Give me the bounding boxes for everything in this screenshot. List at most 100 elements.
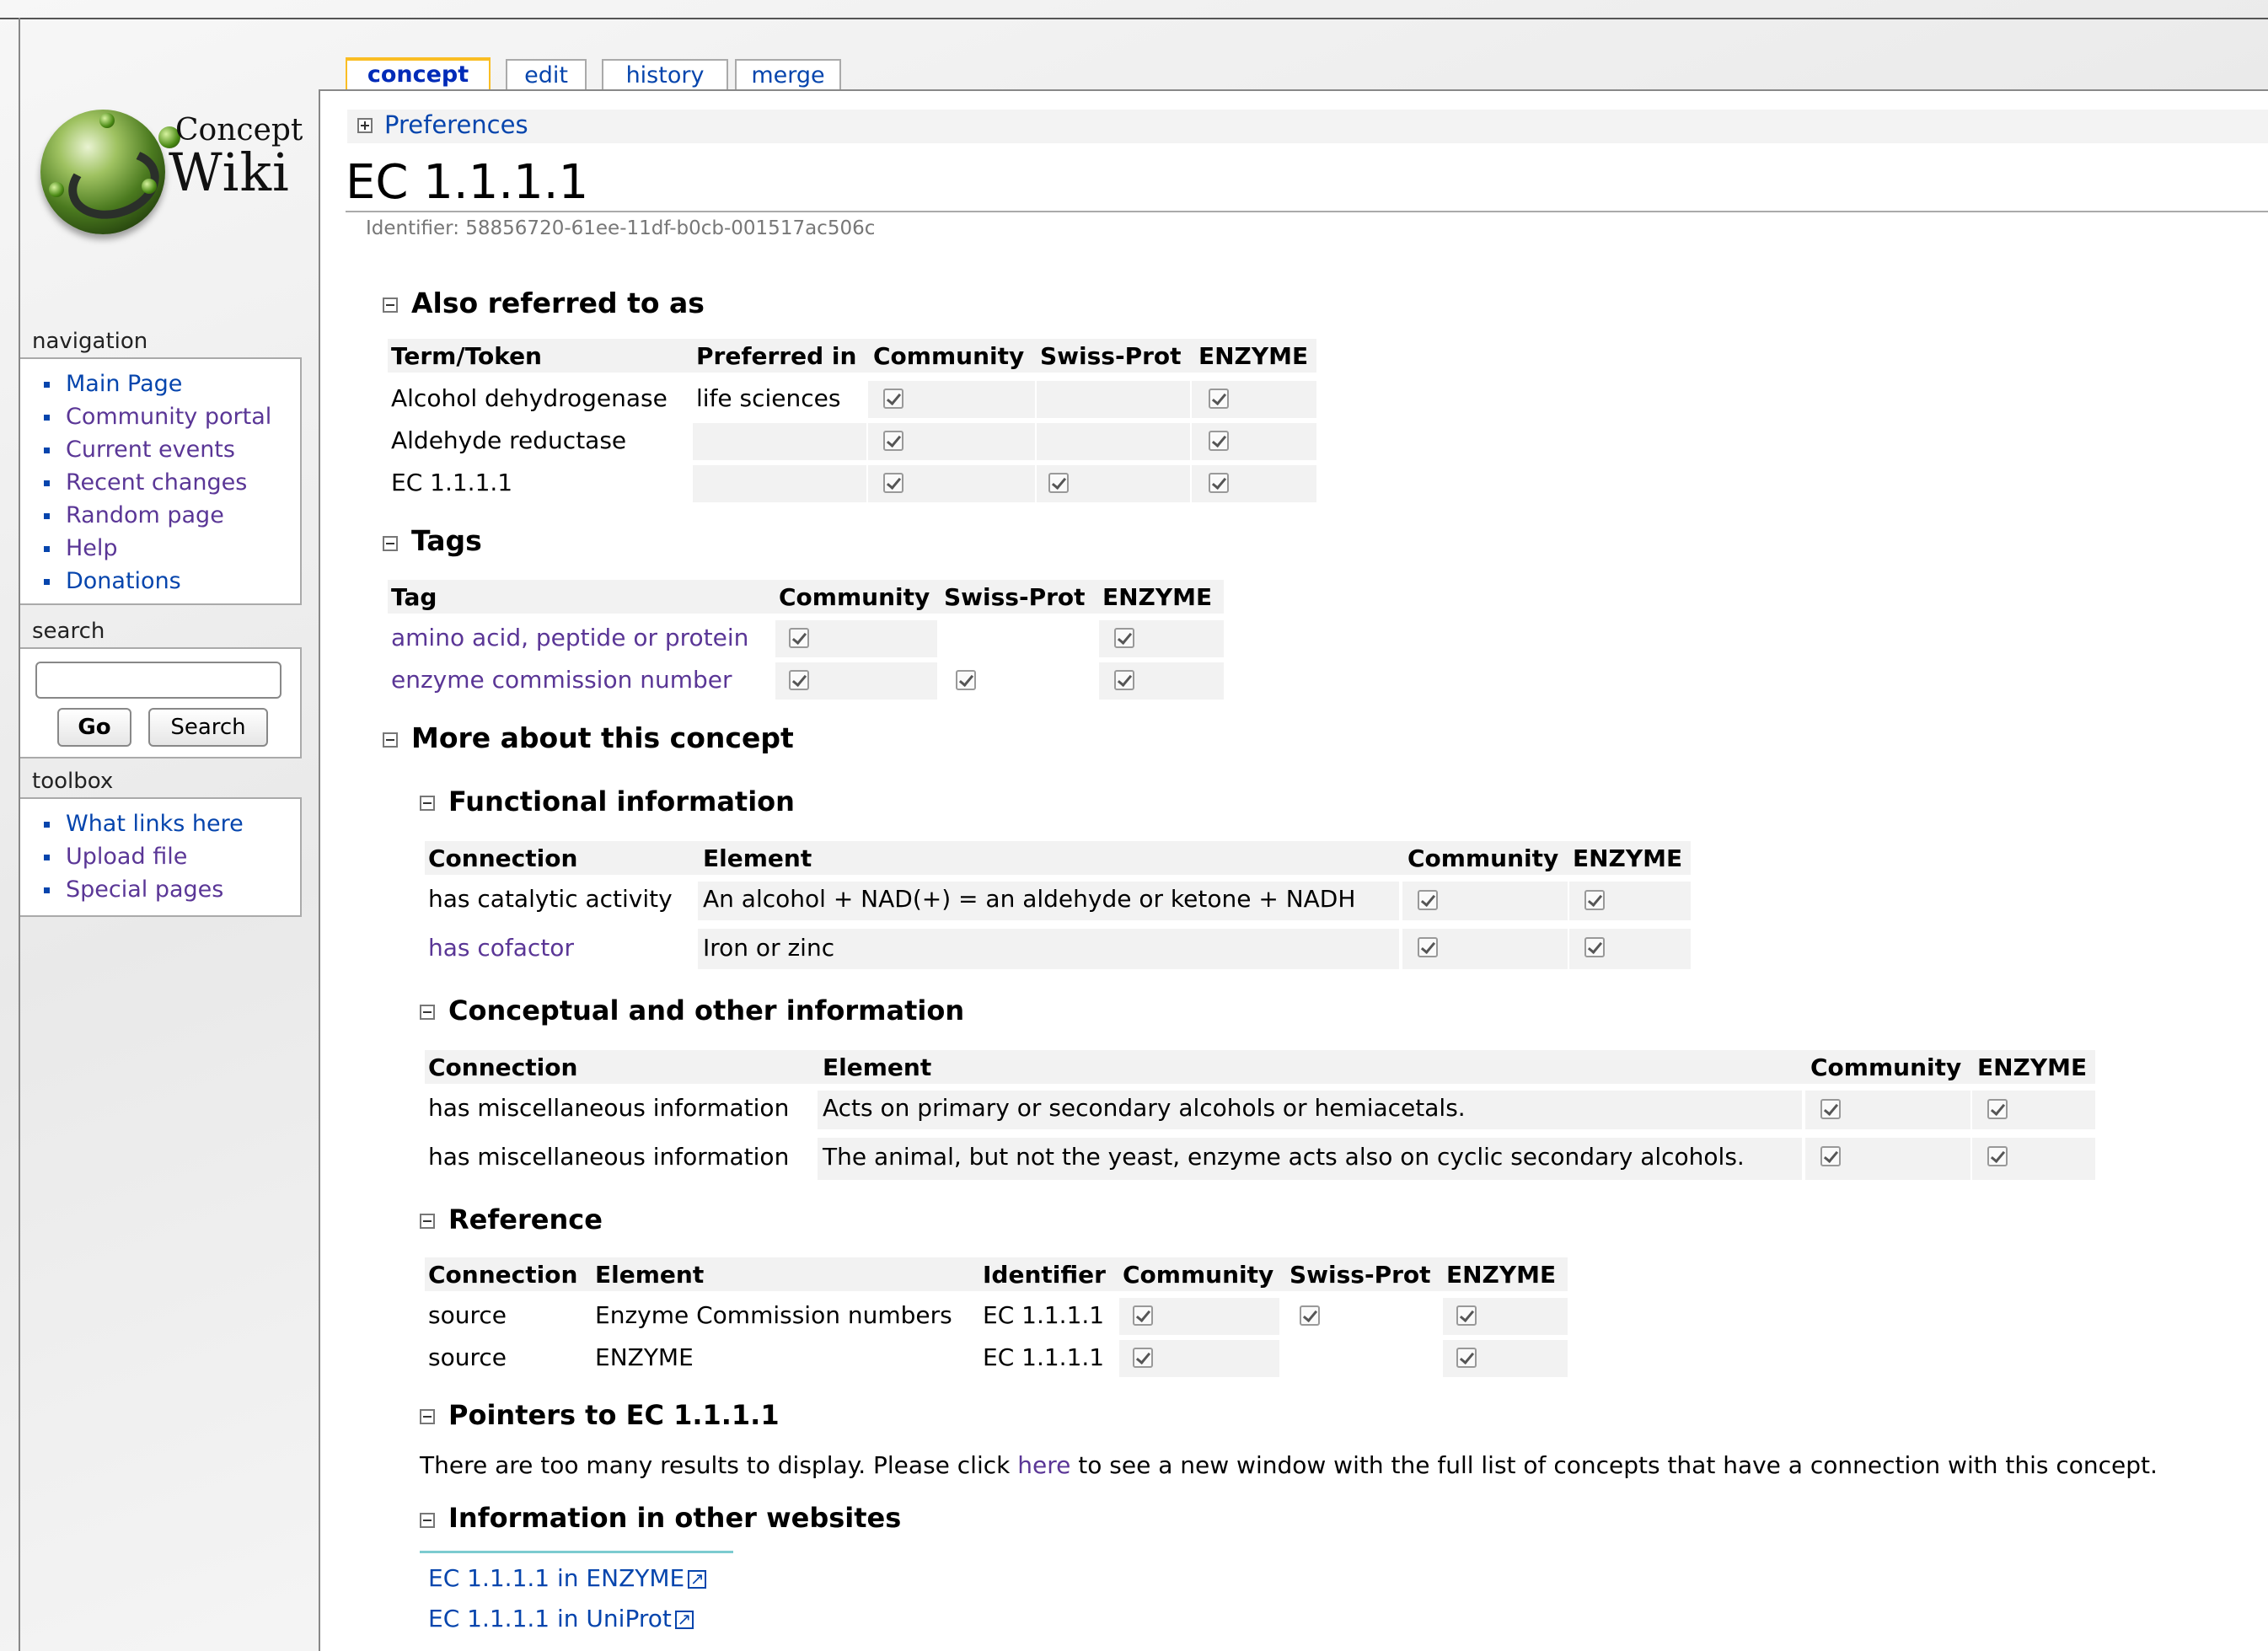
community-checkbox[interactable]: [1133, 1348, 1153, 1368]
tab-merge[interactable]: merge: [735, 59, 841, 93]
pointers-text: There are too many results to display. P…: [420, 1451, 2158, 1479]
connection-misc-info-link[interactable]: has miscellaneous information: [428, 1094, 789, 1122]
section-pointers-title: Pointers to EC 1.1.1.1: [448, 1399, 780, 1431]
col-element: Element: [595, 1261, 705, 1289]
tag-enzyme-commission-link[interactable]: enzyme commission number: [391, 666, 732, 694]
col-enzyme: ENZYME: [1198, 342, 1309, 370]
connection-cofactor-link[interactable]: has cofactor: [428, 934, 574, 962]
community-checkbox[interactable]: [883, 389, 903, 409]
collapse-icon[interactable]: [420, 1214, 435, 1229]
section-websites-title: Information in other websites: [448, 1502, 902, 1534]
enzyme-checkbox[interactable]: [1209, 389, 1229, 409]
toolbox-portlet: What links here Upload file Special page…: [20, 797, 302, 917]
swissprot-checkbox[interactable]: [1300, 1305, 1320, 1326]
uniprot-website-link[interactable]: EC 1.1.1.1 in UniProt: [428, 1605, 694, 1632]
enzyme-checkbox[interactable]: [1114, 670, 1134, 690]
community-checkbox[interactable]: [1418, 890, 1438, 910]
col-enzyme: ENZYME: [1573, 844, 1683, 872]
community-checkbox[interactable]: [883, 431, 903, 451]
preferred-life-sciences-link[interactable]: life sciences: [696, 384, 841, 412]
connection-catalytic-activity-link[interactable]: has catalytic activity: [428, 885, 673, 913]
element-text: Iron or zinc: [703, 934, 835, 962]
preferences-link[interactable]: Preferences: [384, 110, 528, 139]
pointers-text-before: There are too many results to display. P…: [420, 1451, 1011, 1479]
term-alcohol-dehydrogenase: Alcohol dehydrogenase: [391, 384, 668, 412]
enzyme-checkbox[interactable]: [1584, 890, 1605, 910]
enzyme-checkbox[interactable]: [1209, 431, 1229, 451]
col-connection: Connection: [428, 1261, 578, 1289]
tab-edit[interactable]: edit: [506, 59, 587, 93]
nav-recent-changes[interactable]: Recent changes: [20, 466, 300, 499]
element-enzyme-commission-link[interactable]: Enzyme Commission numbers: [595, 1301, 952, 1329]
toolbox-upload-file[interactable]: Upload file: [20, 840, 300, 873]
collapse-icon[interactable]: [420, 796, 435, 811]
element-enzyme-link[interactable]: ENZYME: [595, 1343, 694, 1371]
tab-history[interactable]: history: [602, 59, 728, 93]
top-border: [0, 18, 2268, 19]
nav-main-page[interactable]: Main Page: [20, 367, 300, 400]
enzyme-checkbox[interactable]: [1456, 1348, 1477, 1368]
navigation-portlet: Main Page Community portal Current event…: [20, 357, 302, 605]
swissprot-checkbox[interactable]: [956, 670, 976, 690]
enzyme-checkbox[interactable]: [1987, 1146, 2008, 1166]
enzyme-checkbox[interactable]: [1456, 1305, 1477, 1326]
search-portlet: Go Search: [20, 647, 302, 758]
enzyme-checkbox[interactable]: [1209, 473, 1229, 493]
cell-bg: [1037, 423, 1190, 460]
col-community: Community: [779, 583, 930, 611]
community-checkbox[interactable]: [1133, 1305, 1153, 1326]
swissprot-checkbox[interactable]: [1048, 473, 1069, 493]
enzyme-checkbox[interactable]: [1584, 937, 1605, 957]
col-element: Element: [703, 844, 812, 872]
collapse-icon[interactable]: [383, 732, 398, 748]
element-text: An alcohol + NAD(+) = an aldehyde or ket…: [703, 885, 1356, 913]
search-input[interactable]: [35, 662, 281, 699]
connection-source-link[interactable]: source: [428, 1343, 507, 1371]
community-checkbox[interactable]: [1820, 1146, 1841, 1166]
community-checkbox[interactable]: [789, 628, 809, 648]
logo-bead: [49, 182, 64, 197]
toolbox-special-pages[interactable]: Special pages: [20, 873, 300, 906]
collapse-icon[interactable]: [420, 1005, 435, 1020]
enzyme-checkbox[interactable]: [1114, 628, 1134, 648]
enzyme-website-link[interactable]: EC 1.1.1.1 in ENZYME: [428, 1564, 706, 1592]
toolbox-title: toolbox: [32, 769, 114, 794]
nav-current-events[interactable]: Current events: [20, 433, 300, 466]
community-checkbox[interactable]: [789, 670, 809, 690]
identifier-text: Identifier: 58856720-61ee-11df-b0cb-0015…: [366, 217, 876, 239]
collapse-icon[interactable]: [420, 1409, 435, 1424]
collapse-icon[interactable]: [383, 298, 398, 313]
search-button[interactable]: Search: [148, 708, 268, 747]
connection-source-link[interactable]: source: [428, 1301, 507, 1329]
nav-donations[interactable]: Donations: [20, 565, 300, 598]
websites-divider: [420, 1551, 733, 1553]
logo-text-wiki: Wiki: [169, 142, 290, 203]
nav-community-portal[interactable]: Community portal: [20, 400, 300, 433]
tab-concept[interactable]: concept: [346, 57, 491, 93]
col-swissprot: Swiss-Prot: [944, 583, 1086, 611]
collapse-icon[interactable]: [383, 536, 398, 551]
enzyme-checkbox[interactable]: [1987, 1099, 2008, 1119]
expand-icon[interactable]: [357, 118, 373, 133]
collapse-icon[interactable]: [420, 1513, 435, 1528]
community-checkbox[interactable]: [1820, 1099, 1841, 1119]
col-swissprot: Swiss-Prot: [1040, 342, 1182, 370]
nav-help[interactable]: Help: [20, 532, 300, 565]
logo-bead: [99, 113, 115, 128]
community-checkbox[interactable]: [883, 473, 903, 493]
community-checkbox[interactable]: [1418, 937, 1438, 957]
connection-misc-info-link[interactable]: has miscellaneous information: [428, 1143, 789, 1171]
term-ec: EC 1.1.1.1: [391, 469, 513, 496]
nav-random-page[interactable]: Random page: [20, 499, 300, 532]
cell-bg: [693, 423, 866, 460]
col-enzyme: ENZYME: [1102, 583, 1213, 611]
toolbox-what-links-here[interactable]: What links here: [20, 807, 300, 840]
go-button[interactable]: Go: [57, 708, 131, 747]
col-tag: Tag: [391, 583, 437, 611]
cell-bg: [693, 465, 866, 502]
col-enzyme: ENZYME: [1446, 1261, 1557, 1289]
pointers-here-link[interactable]: here: [1017, 1451, 1070, 1479]
concept-wiki-logo[interactable]: Concept Wiki: [34, 101, 303, 244]
tag-amino-acid-link[interactable]: amino acid, peptide or protein: [391, 624, 748, 651]
col-element: Element: [823, 1053, 932, 1081]
